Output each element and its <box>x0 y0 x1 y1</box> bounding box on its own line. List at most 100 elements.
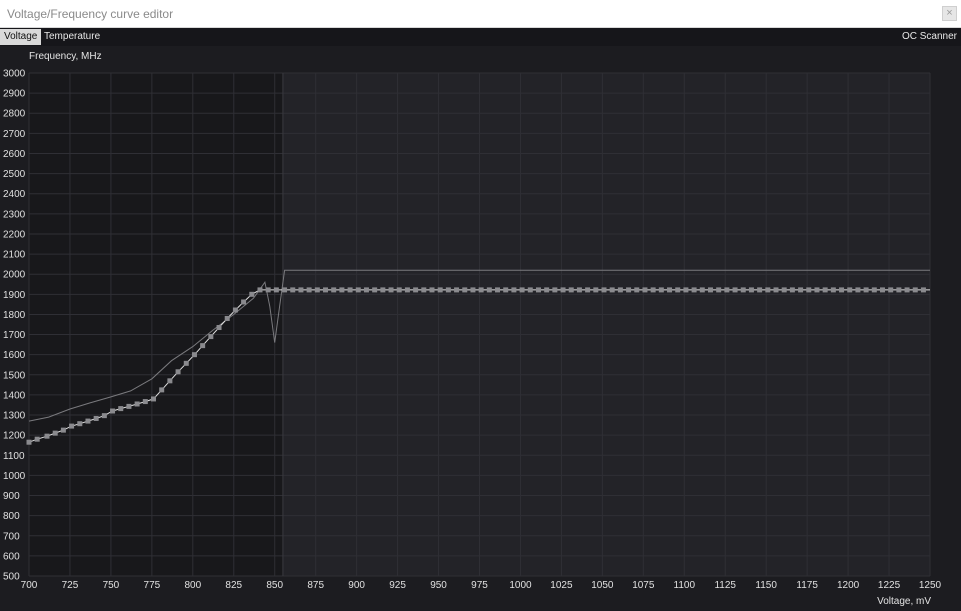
curve-point[interactable] <box>298 287 304 293</box>
curve-point[interactable] <box>265 287 271 293</box>
curve-point[interactable] <box>167 378 173 384</box>
curve-point[interactable] <box>617 287 623 293</box>
curve-point[interactable] <box>478 287 484 293</box>
curve-point[interactable] <box>806 287 812 293</box>
curve-point[interactable] <box>85 418 91 424</box>
curve-point[interactable] <box>183 360 189 366</box>
curve-point[interactable] <box>855 287 861 293</box>
curve-point[interactable] <box>273 287 279 293</box>
curve-point[interactable] <box>822 287 828 293</box>
curve-point[interactable] <box>871 287 877 293</box>
curve-point[interactable] <box>347 287 353 293</box>
curve-point[interactable] <box>175 369 181 375</box>
curve-point[interactable] <box>388 287 394 293</box>
curve-point[interactable] <box>118 406 124 412</box>
curve-point[interactable] <box>757 287 763 293</box>
curve-point[interactable] <box>159 387 165 393</box>
curve-point[interactable] <box>413 287 419 293</box>
curve-point[interactable] <box>380 287 386 293</box>
curve-point[interactable] <box>437 287 443 293</box>
curve-point[interactable] <box>527 287 533 293</box>
curve-point[interactable] <box>748 287 754 293</box>
curve-point[interactable] <box>781 287 787 293</box>
curve-point[interactable] <box>331 287 337 293</box>
curve-point[interactable] <box>888 287 894 293</box>
curve-point[interactable] <box>658 287 664 293</box>
curve-point[interactable] <box>404 287 410 293</box>
curve-point[interactable] <box>912 287 918 293</box>
curve-point[interactable] <box>60 427 66 433</box>
curve-point[interactable] <box>249 291 255 297</box>
curve-point[interactable] <box>560 287 566 293</box>
curve-point[interactable] <box>568 287 574 293</box>
curve-point[interactable] <box>232 307 238 313</box>
curve-point[interactable] <box>798 287 804 293</box>
curve-point[interactable] <box>282 287 288 293</box>
curve-point[interactable] <box>191 352 197 358</box>
curve-point[interactable] <box>601 287 607 293</box>
tab-voltage[interactable]: Voltage <box>0 29 42 45</box>
curve-point[interactable] <box>814 287 820 293</box>
curve-point[interactable] <box>576 287 582 293</box>
curve-point[interactable] <box>69 423 75 429</box>
curve-point[interactable] <box>495 287 501 293</box>
curve-point[interactable] <box>110 408 116 414</box>
curve-point[interactable] <box>445 287 451 293</box>
curve-point[interactable] <box>920 287 926 293</box>
curve-point[interactable] <box>707 287 713 293</box>
oc-scanner-button[interactable]: OC Scanner <box>902 29 957 45</box>
curve-point[interactable] <box>519 287 525 293</box>
curve-point[interactable] <box>830 287 836 293</box>
curve-point[interactable] <box>724 287 730 293</box>
curve-point[interactable] <box>290 287 296 293</box>
curve-point[interactable] <box>77 421 83 427</box>
curve-point[interactable] <box>126 403 132 409</box>
curve-point[interactable] <box>879 287 885 293</box>
curve-point[interactable] <box>52 430 58 436</box>
vf-curve-chart[interactable]: 500 600 700 800 900 1000 1100 1200 1300 1400 1500 1… <box>0 46 961 611</box>
curve-point[interactable] <box>863 287 869 293</box>
curve-point[interactable] <box>224 315 230 321</box>
curve-point[interactable] <box>667 287 673 293</box>
curve-point[interactable] <box>93 415 99 421</box>
curve-point[interactable] <box>421 287 427 293</box>
curve-point[interactable] <box>552 287 558 293</box>
curve-point[interactable] <box>486 287 492 293</box>
curve-point[interactable] <box>683 287 689 293</box>
curve-point[interactable] <box>200 343 206 349</box>
curve-point[interactable] <box>609 287 615 293</box>
curve-point[interactable] <box>34 436 40 442</box>
curve-point[interactable] <box>355 287 361 293</box>
curve-point[interactable] <box>306 287 312 293</box>
curve-point[interactable] <box>462 287 468 293</box>
curve-point[interactable] <box>896 287 902 293</box>
curve-point[interactable] <box>634 287 640 293</box>
curve-point[interactable] <box>396 287 402 293</box>
curve-point[interactable] <box>314 287 320 293</box>
curve-point[interactable] <box>323 287 329 293</box>
curve-point[interactable] <box>470 287 476 293</box>
curve-point[interactable] <box>593 287 599 293</box>
curve-point[interactable] <box>716 287 722 293</box>
curve-point[interactable] <box>454 287 460 293</box>
curve-point[interactable] <box>257 287 263 293</box>
curve-point[interactable] <box>765 287 771 293</box>
curve-point[interactable] <box>339 287 345 293</box>
curve-point[interactable] <box>585 287 591 293</box>
curve-point[interactable] <box>544 287 550 293</box>
curve-point[interactable] <box>151 396 157 402</box>
curve-point[interactable] <box>44 433 50 439</box>
curve-point[interactable] <box>904 287 910 293</box>
curve-point[interactable] <box>363 287 369 293</box>
curve-point[interactable] <box>208 334 214 340</box>
curve-point[interactable] <box>642 287 648 293</box>
curve-point[interactable] <box>839 287 845 293</box>
curve-point[interactable] <box>691 287 697 293</box>
curve-point[interactable] <box>626 287 632 293</box>
curve-point[interactable] <box>789 287 795 293</box>
curve-point[interactable] <box>142 399 148 405</box>
curve-point[interactable] <box>740 287 746 293</box>
curve-point[interactable] <box>134 401 140 407</box>
curve-point[interactable] <box>216 325 222 331</box>
close-button[interactable]: × <box>942 6 957 21</box>
